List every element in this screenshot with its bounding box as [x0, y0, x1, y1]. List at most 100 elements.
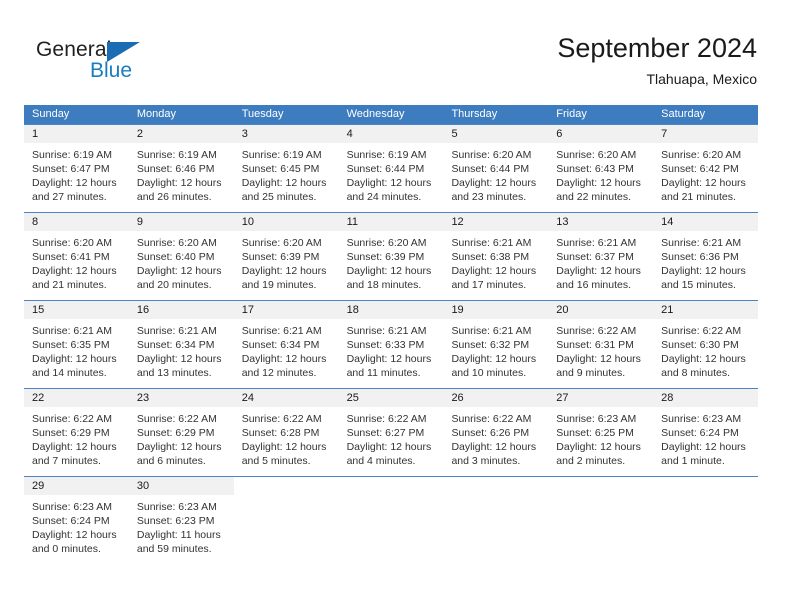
day-number: 4 [338, 125, 444, 143]
weekday-header-monday: Monday [136, 108, 176, 120]
daylight-duration-line2: and 1 minute. [661, 455, 725, 467]
calendar-day-cell[interactable]: 12 Sunrise: 6:21 AM Sunset: 6:38 PM Dayligh… [443, 213, 549, 300]
day-details: Sunrise: 6:23 AM Sunset: 6:25 PM Daylight:… [548, 407, 653, 476]
day-number: 20 [548, 301, 654, 319]
day-details: Sunrise: 6:21 AM Sunset: 6:34 PM Daylight:… [234, 319, 339, 388]
calendar-day-cell[interactable]: 1 Sunrise: 6:19 AM Sunset: 6:47 PM Daylight… [24, 125, 129, 212]
calendar-day-cell[interactable]: 21 Sunrise: 6:22 AM Sunset: 6:30 PM Dayligh… [653, 301, 759, 388]
day-number [443, 477, 549, 495]
calendar-grid: Sunday Monday Tuesday Wednesday Thursday… [24, 105, 759, 564]
calendar-day-cell[interactable]: 17 Sunrise: 6:21 AM Sunset: 6:34 PM Dayligh… [233, 301, 339, 388]
sunrise-time: Sunrise: 6:20 AM [451, 149, 532, 161]
day-details: Sunrise: 6:20 AM Sunset: 6:42 PM Daylight:… [653, 143, 758, 212]
day-number: 26 [443, 389, 549, 407]
daylight-duration-line1: Daylight: 12 hours [451, 441, 537, 453]
day-details: Sunrise: 6:22 AM Sunset: 6:27 PM Daylight:… [339, 407, 444, 476]
calendar-day-cell[interactable]: 15 Sunrise: 6:21 AM Sunset: 6:35 PM Dayligh… [24, 301, 129, 388]
calendar-day-cell[interactable]: 14 Sunrise: 6:21 AM Sunset: 6:36 PM Dayligh… [653, 213, 759, 300]
daylight-duration-line2: and 4 minutes. [346, 455, 416, 467]
day-details: Sunrise: 6:21 AM Sunset: 6:32 PM Daylight:… [443, 319, 548, 388]
sunrise-time: Sunrise: 6:19 AM [241, 149, 322, 161]
daylight-duration-line1: Daylight: 12 hours [346, 441, 432, 453]
daylight-duration-line1: Daylight: 12 hours [136, 265, 222, 277]
day-details: Sunrise: 6:20 AM Sunset: 6:43 PM Daylight:… [548, 143, 653, 212]
calendar-day-cell[interactable]: 3 Sunrise: 6:19 AM Sunset: 6:45 PM Daylight… [233, 125, 339, 212]
calendar-day-cell[interactable]: 4 Sunrise: 6:19 AM Sunset: 6:44 PM Daylight… [338, 125, 444, 212]
daylight-duration-line2: and 0 minutes. [32, 543, 101, 555]
daylight-duration-line2: and 8 minutes. [661, 367, 731, 379]
sunrise-time: Sunrise: 6:20 AM [346, 237, 427, 249]
calendar-week-row: 29 Sunrise: 6:23 AM Sunset: 6:24 PM Dayligh… [24, 476, 759, 564]
daylight-duration-line1: Daylight: 12 hours [241, 353, 327, 365]
daylight-duration-line2: and 15 minutes. [661, 279, 736, 291]
calendar-day-cell[interactable]: 13 Sunrise: 6:21 AM Sunset: 6:37 PM Dayligh… [548, 213, 654, 300]
daylight-duration-line1: Daylight: 12 hours [241, 441, 327, 453]
day-number [233, 477, 339, 495]
calendar-day-cell[interactable]: 16 Sunrise: 6:21 AM Sunset: 6:34 PM Dayligh… [128, 301, 234, 388]
day-details: Sunrise: 6:20 AM Sunset: 6:41 PM Daylight:… [24, 231, 129, 300]
sunrise-time: Sunrise: 6:21 AM [136, 325, 217, 337]
daylight-duration-line1: Daylight: 12 hours [661, 265, 746, 277]
calendar-day-cell[interactable]: 22 Sunrise: 6:22 AM Sunset: 6:29 PM Dayligh… [24, 389, 129, 476]
daylight-duration-line1: Daylight: 12 hours [661, 441, 746, 453]
sunset-time: Sunset: 6:42 PM [661, 163, 739, 175]
logo-text-blue: Blue [90, 59, 133, 82]
day-number: 22 [24, 389, 129, 407]
sunset-time: Sunset: 6:45 PM [241, 163, 320, 175]
calendar-week-row: 8 Sunrise: 6:20 AM Sunset: 6:41 PM Daylight… [24, 212, 759, 300]
day-number: 18 [338, 301, 444, 319]
daylight-duration-line2: and 14 minutes. [32, 367, 107, 379]
daylight-duration-line1: Daylight: 12 hours [346, 265, 432, 277]
calendar-day-cell[interactable]: 20 Sunrise: 6:22 AM Sunset: 6:31 PM Dayligh… [548, 301, 654, 388]
day-details: Sunrise: 6:19 AM Sunset: 6:47 PM Daylight:… [24, 143, 129, 212]
sunrise-time: Sunrise: 6:23 AM [661, 413, 742, 425]
day-number: 13 [548, 213, 654, 231]
sunrise-time: Sunrise: 6:23 AM [32, 501, 112, 513]
calendar-day-cell[interactable]: 25 Sunrise: 6:22 AM Sunset: 6:27 PM Dayligh… [338, 389, 444, 476]
calendar-day-cell[interactable]: 6 Sunrise: 6:20 AM Sunset: 6:43 PM Daylight… [548, 125, 654, 212]
general-blue-logo[interactable]: General Blue [36, 38, 236, 86]
daylight-duration-line2: and 3 minutes. [451, 455, 521, 467]
calendar-day-cell[interactable]: 5 Sunrise: 6:20 AM Sunset: 6:44 PM Daylight… [443, 125, 549, 212]
daylight-duration-line1: Daylight: 12 hours [136, 441, 222, 453]
calendar-day-cell[interactable]: 27 Sunrise: 6:23 AM Sunset: 6:25 PM Dayligh… [548, 389, 654, 476]
calendar-day-cell[interactable]: 10 Sunrise: 6:20 AM Sunset: 6:39 PM Dayligh… [233, 213, 339, 300]
calendar-day-cell[interactable]: 23 Sunrise: 6:22 AM Sunset: 6:29 PM Dayligh… [128, 389, 234, 476]
sunrise-time: Sunrise: 6:22 AM [346, 413, 427, 425]
calendar-day-cell[interactable]: 7 Sunrise: 6:20 AM Sunset: 6:42 PM Daylight… [653, 125, 759, 212]
day-number: 8 [24, 213, 129, 231]
day-number: 17 [233, 301, 339, 319]
calendar-day-cell-empty [548, 477, 654, 564]
daylight-duration-line2: and 27 minutes. [32, 191, 107, 203]
daylight-duration-line2: and 24 minutes. [346, 191, 422, 203]
calendar-day-cell[interactable]: 11 Sunrise: 6:20 AM Sunset: 6:39 PM Dayligh… [338, 213, 444, 300]
weekday-header-wednesday: Wednesday [346, 108, 405, 120]
calendar-day-cell[interactable]: 28 Sunrise: 6:23 AM Sunset: 6:24 PM Dayligh… [653, 389, 759, 476]
calendar-day-cell[interactable]: 26 Sunrise: 6:22 AM Sunset: 6:26 PM Dayligh… [443, 389, 549, 476]
calendar-day-cell[interactable]: 2 Sunrise: 6:19 AM Sunset: 6:46 PM Daylight… [128, 125, 234, 212]
daylight-duration-line2: and 21 minutes. [32, 279, 107, 291]
daylight-duration-line1: Daylight: 12 hours [556, 441, 641, 453]
sunrise-time: Sunrise: 6:19 AM [136, 149, 217, 161]
sunrise-time: Sunrise: 6:23 AM [136, 501, 217, 513]
weekday-header-row: Sunday Monday Tuesday Wednesday Thursday… [24, 105, 758, 124]
sunrise-time: Sunrise: 6:20 AM [556, 149, 637, 161]
day-details: Sunrise: 6:20 AM Sunset: 6:40 PM Daylight:… [129, 231, 234, 300]
calendar-day-cell[interactable]: 9 Sunrise: 6:20 AM Sunset: 6:40 PM Daylight… [128, 213, 234, 300]
calendar-day-cell[interactable]: 8 Sunrise: 6:20 AM Sunset: 6:41 PM Daylight… [24, 213, 129, 300]
calendar-day-cell[interactable]: 30 Sunrise: 6:23 AM Sunset: 6:23 PM Dayligh… [128, 477, 234, 564]
calendar-weeks: 1 Sunrise: 6:19 AM Sunset: 6:47 PM Daylight… [24, 124, 759, 564]
calendar-day-cell[interactable]: 29 Sunrise: 6:23 AM Sunset: 6:24 PM Dayligh… [24, 477, 129, 564]
calendar-day-cell[interactable]: 24 Sunrise: 6:22 AM Sunset: 6:28 PM Dayligh… [233, 389, 339, 476]
day-number: 12 [443, 213, 549, 231]
sunrise-time: Sunrise: 6:22 AM [556, 325, 637, 337]
sunset-time: Sunset: 6:46 PM [136, 163, 215, 175]
day-details: Sunrise: 6:19 AM Sunset: 6:45 PM Daylight:… [234, 143, 339, 212]
daylight-duration-line1: Daylight: 12 hours [136, 177, 222, 189]
calendar-day-cell[interactable]: 19 Sunrise: 6:21 AM Sunset: 6:32 PM Dayligh… [443, 301, 549, 388]
calendar-day-cell[interactable]: 18 Sunrise: 6:21 AM Sunset: 6:33 PM Dayligh… [338, 301, 444, 388]
page-subtitle: Tlahuapa, Mexico [646, 71, 757, 87]
sunset-time: Sunset: 6:33 PM [346, 339, 425, 351]
sunset-time: Sunset: 6:43 PM [556, 163, 634, 175]
day-details: Sunrise: 6:21 AM Sunset: 6:37 PM Daylight:… [548, 231, 653, 300]
